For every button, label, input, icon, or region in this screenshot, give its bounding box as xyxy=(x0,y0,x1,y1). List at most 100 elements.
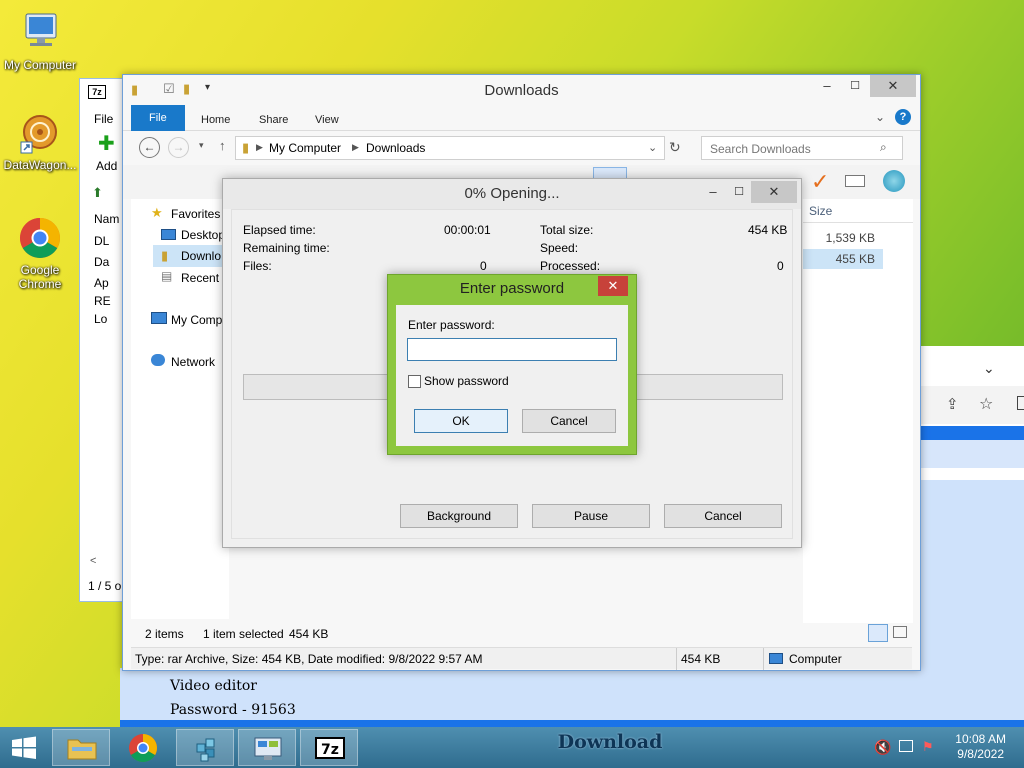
taskbar-app-monitor[interactable] xyxy=(238,729,296,766)
recent-locations-icon[interactable]: ▾ xyxy=(199,140,204,151)
chevron-down-icon[interactable]: ⌄ xyxy=(983,360,995,377)
nav-network[interactable]: Network xyxy=(171,353,215,371)
tab-home[interactable]: Home xyxy=(191,109,240,131)
nav-downloads[interactable]: Downlo xyxy=(181,247,221,265)
nav-favorites[interactable]: Favorites xyxy=(171,205,220,223)
share-icon[interactable]: ⇪ xyxy=(946,395,959,413)
add-icon[interactable]: ✚ xyxy=(98,134,115,154)
show-password-checkbox[interactable] xyxy=(408,375,421,388)
windows-logo-icon xyxy=(12,736,36,759)
recent-places-icon: ▤ xyxy=(161,269,173,283)
sidebar-icon[interactable] xyxy=(1017,396,1024,410)
file-size-cell: 1,539 KB xyxy=(825,231,875,245)
large-icons-view-icon[interactable] xyxy=(893,626,907,638)
list-item[interactable]: Da xyxy=(94,255,109,269)
close-button[interactable]: ✕ xyxy=(751,181,797,203)
breadcrumb-downloads[interactable]: Downloads xyxy=(366,141,425,155)
taskbar: 7z Download 🔇 ⚑ 10:08 AM 9/8/2022 xyxy=(0,727,1024,768)
window-title: Downloads xyxy=(484,82,559,99)
tab-file[interactable]: File xyxy=(131,105,185,131)
status-selected: 1 item selected xyxy=(203,627,284,641)
download-banner[interactable]: Download xyxy=(540,731,680,753)
search-input[interactable]: Search Downloads xyxy=(701,136,903,160)
list-item[interactable]: DL xyxy=(94,234,109,248)
minimize-button[interactable]: – xyxy=(699,181,727,203)
add-button-label[interactable]: Add xyxy=(96,159,117,173)
taskbar-7zip[interactable]: 7z xyxy=(300,729,358,766)
start-button[interactable] xyxy=(0,729,48,766)
maximize-button[interactable]: ☐ xyxy=(725,181,753,203)
computer-icon xyxy=(769,653,783,664)
address-input[interactable]: ▮ ▶ My Computer ▶ Downloads ⌄ xyxy=(235,136,665,160)
ribbon-expand-icon[interactable]: ⌄ xyxy=(875,110,885,124)
list-item[interactable]: RE xyxy=(94,294,111,308)
svg-text:7z: 7z xyxy=(321,742,339,758)
breadcrumb-my-computer[interactable]: My Computer xyxy=(269,141,341,155)
details-view-icon[interactable] xyxy=(868,624,888,642)
search-icon[interactable]: ⌕ xyxy=(880,140,887,155)
browser-page-content: Video editor Password - 91563 xyxy=(120,668,1024,728)
star-icon[interactable]: ☆ xyxy=(979,394,993,414)
menu-file[interactable]: File xyxy=(94,112,113,126)
window-icon[interactable] xyxy=(845,175,865,187)
details-text: Type: rar Archive, Size: 454 KB, Date mo… xyxy=(135,652,483,666)
system-clock[interactable]: 10:08 AM 9/8/2022 xyxy=(955,732,1006,762)
total-size-label: Total size: xyxy=(540,223,594,237)
explorer-titlebar[interactable]: ▮ ☑ ▮ ▾ Downloads – ☐ ✕ xyxy=(123,75,920,105)
elapsed-time-value: 00:00:01 xyxy=(444,223,491,237)
speed-label: Speed: xyxy=(540,241,579,255)
datawagon-logo-icon xyxy=(17,110,63,156)
files-label: Files: xyxy=(243,259,272,273)
taskbar-app-cubes[interactable] xyxy=(176,729,234,766)
desktop-icon-datawagon[interactable]: DataWagon... xyxy=(0,110,80,172)
page-text: Password - 91563 xyxy=(170,702,296,718)
up-arrow-icon[interactable]: ↑ xyxy=(219,138,226,153)
taskbar-file-explorer[interactable] xyxy=(52,729,110,766)
maximize-button[interactable]: ☐ xyxy=(841,75,869,97)
password-label: Enter password: xyxy=(408,318,495,332)
breadcrumb-separator-icon: ▶ xyxy=(256,142,263,152)
desktop-icon-label: DataWagon... xyxy=(3,158,77,172)
computer-icon xyxy=(151,312,167,324)
refresh-icon[interactable]: ↻ xyxy=(669,139,681,156)
remaining-time-label: Remaining time: xyxy=(243,241,330,255)
back-arrow-icon[interactable]: ← xyxy=(139,137,160,158)
total-size-value: 454 KB xyxy=(748,223,788,237)
list-item[interactable]: Lo xyxy=(94,312,107,326)
cancel-button[interactable]: Cancel xyxy=(522,409,616,433)
desktop-icon-google-chrome[interactable]: Google Chrome xyxy=(0,215,80,291)
close-button[interactable]: ✕ xyxy=(598,276,628,296)
globe-icon[interactable] xyxy=(883,170,905,192)
up-folder-icon[interactable]: ⬆ xyxy=(92,185,103,201)
password-input[interactable] xyxy=(407,338,617,361)
background-button[interactable]: Background xyxy=(400,504,518,528)
volume-muted-icon[interactable]: 🔇 xyxy=(874,739,891,756)
action-center-alert-icon[interactable]: ⚑ xyxy=(922,739,934,755)
list-item[interactable]: Ap xyxy=(94,276,109,290)
ok-button[interactable]: OK xyxy=(414,409,508,433)
taskbar-chrome[interactable] xyxy=(114,729,172,766)
help-icon[interactable]: ? xyxy=(895,109,911,125)
password-dialog-body: Enter password: Show password OK Cancel xyxy=(396,305,628,446)
address-dropdown-icon[interactable]: ⌄ xyxy=(648,141,657,154)
nav-my-computer[interactable]: My Comp xyxy=(171,311,222,329)
navigation-pane: ★ Favorites Desktop ▮ Downlo ▤ Recent p … xyxy=(131,199,231,619)
cubes-icon xyxy=(196,738,215,762)
column-header-name[interactable]: Nam xyxy=(94,212,119,226)
tab-view[interactable]: View xyxy=(305,109,349,131)
address-bar-row: ← → ▾ ↑ ▮ ▶ My Computer ▶ Downloads ⌄ ↻ … xyxy=(123,133,920,163)
status-selected-size: 454 KB xyxy=(289,627,329,641)
minimize-button[interactable]: – xyxy=(813,75,841,97)
tab-share[interactable]: Share xyxy=(249,109,298,131)
pause-button[interactable]: Pause xyxy=(532,504,650,528)
checkmark-icon[interactable]: ✓ xyxy=(811,169,829,195)
nav-desktop[interactable]: Desktop xyxy=(181,226,225,244)
desktop-icon-my-computer[interactable]: My Computer xyxy=(0,10,80,72)
column-header-size[interactable]: Size xyxy=(809,204,832,218)
close-button[interactable]: ✕ xyxy=(870,75,916,97)
network-tray-icon[interactable] xyxy=(899,740,913,752)
show-password-label[interactable]: Show password xyxy=(424,374,509,388)
cancel-button[interactable]: Cancel xyxy=(664,504,782,528)
scroll-left-icon[interactable]: < xyxy=(90,555,96,567)
forward-arrow-icon[interactable]: → xyxy=(168,137,189,158)
